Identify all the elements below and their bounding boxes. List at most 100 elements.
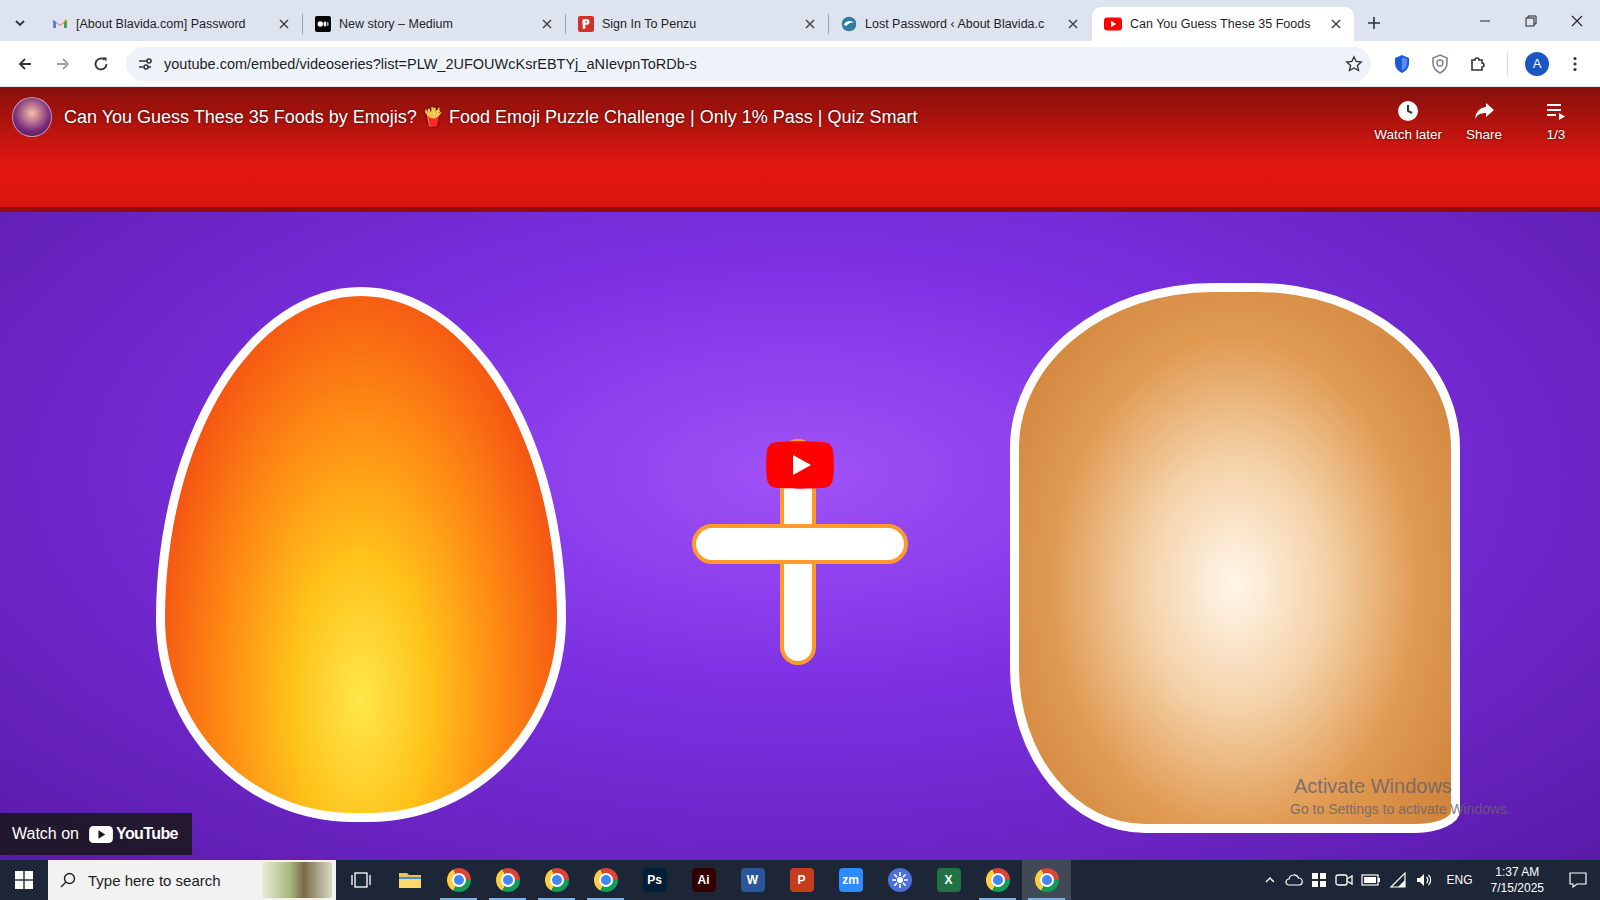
menu-button[interactable]	[1558, 47, 1592, 81]
running-indicator	[440, 898, 477, 900]
taskbar-app[interactable]	[1022, 860, 1071, 900]
chrome-icon	[496, 868, 520, 892]
taskbar-search-box[interactable]: Type here to search	[48, 860, 336, 900]
extensions-button[interactable]	[1461, 47, 1495, 81]
chevron-up-icon[interactable]	[1263, 873, 1277, 887]
close-icon[interactable]	[537, 14, 557, 34]
watch-on-label: Watch on	[12, 825, 79, 843]
search-icon	[60, 872, 76, 888]
taskbar-app[interactable]	[973, 860, 1022, 900]
battery-icon[interactable]	[1361, 874, 1381, 886]
wifi-icon[interactable]	[1389, 872, 1407, 888]
running-indicator	[979, 898, 1016, 900]
chrome-icon	[545, 868, 569, 892]
star-icon[interactable]	[1345, 55, 1363, 73]
chrome-icon	[447, 868, 471, 892]
back-button[interactable]	[8, 47, 42, 81]
playlist-icon	[1544, 99, 1568, 123]
taskbar-app[interactable]: W	[728, 860, 777, 900]
taskbar-app[interactable]	[581, 860, 630, 900]
clock[interactable]: 1:37 AM7/15/2025	[1487, 864, 1548, 896]
folder-icon	[398, 870, 422, 890]
start-button[interactable]	[0, 860, 48, 900]
tab-search-button[interactable]	[0, 5, 40, 41]
windows-logo-icon	[15, 871, 33, 889]
flame-shape	[156, 287, 566, 822]
close-icon[interactable]	[800, 14, 820, 34]
profile-button[interactable]: A	[1520, 47, 1554, 81]
clock-time: 1:37 AM	[1495, 864, 1539, 880]
browser-tab[interactable]: Sign In To Penzu	[566, 7, 828, 41]
taskbar-app[interactable]	[532, 860, 581, 900]
video-player[interactable]: Can You Guess These 35 Foods by Emojis? …	[0, 87, 1600, 860]
extension-button[interactable]	[1385, 47, 1419, 81]
site-settings-icon[interactable]	[136, 55, 154, 73]
video-overlay-top: Can You Guess These 35 Foods by Emojis? …	[0, 87, 1600, 166]
new-tab-button[interactable]	[1354, 5, 1394, 41]
taskbar-app[interactable]: X	[924, 860, 973, 900]
task-view-button[interactable]	[336, 860, 385, 900]
url-text[interactable]: youtube.com/embed/videoseries?list=PLW_2…	[164, 56, 1335, 72]
browser-tab[interactable]: New story – Medium	[303, 7, 565, 41]
taskbar-app[interactable]	[875, 860, 924, 900]
browser-tab[interactable]: Can You Guess These 35 Foods	[1092, 7, 1354, 41]
youtube-logo: YouTube	[89, 825, 178, 843]
plus-icon	[1366, 15, 1382, 31]
puzzle-icon	[1468, 54, 1488, 74]
close-icon[interactable]	[274, 14, 294, 34]
forward-button[interactable]	[46, 47, 80, 81]
reload-button[interactable]	[84, 47, 118, 81]
taskbar-app[interactable]: zm	[826, 860, 875, 900]
app-logo: Ai	[692, 868, 716, 892]
system-tray: ENG 1:37 AM7/15/2025	[1263, 860, 1600, 900]
playlist-button[interactable]: 1/3	[1526, 97, 1586, 142]
channel-avatar[interactable]	[12, 97, 52, 137]
kebab-menu-icon	[1566, 55, 1584, 73]
language-indicator[interactable]: ENG	[1441, 873, 1479, 887]
taskbar-app[interactable]: Ps	[630, 860, 679, 900]
taskbar-app[interactable]: Ai	[679, 860, 728, 900]
close-window-button[interactable]	[1554, 0, 1600, 41]
close-icon[interactable]	[1326, 14, 1346, 34]
browser-tab[interactable]: Lost Password ‹ About Blavida.c	[829, 7, 1091, 41]
running-indicator	[685, 898, 722, 900]
taskbar: Type here to search Ps Ai WPzm X ENG 1:37 AM7/…	[0, 860, 1600, 900]
app-logo: P	[790, 868, 814, 892]
extension-button[interactable]	[1423, 47, 1457, 81]
taskbar-app[interactable]	[483, 860, 532, 900]
task-view-icon	[351, 871, 371, 889]
taskbar-app[interactable]	[385, 860, 434, 900]
play-button[interactable]	[766, 441, 834, 489]
play-icon	[766, 441, 834, 489]
cloud-icon[interactable]	[1285, 873, 1303, 887]
blavida-favicon-icon	[841, 16, 857, 32]
minimize-button[interactable]	[1462, 0, 1508, 41]
watch-later-button[interactable]: Watch later	[1374, 97, 1442, 142]
restore-button[interactable]	[1508, 0, 1554, 41]
search-placeholder: Type here to search	[88, 872, 250, 889]
browser-tab[interactable]: [About Blavida.com] Password	[40, 7, 302, 41]
tab-title: Lost Password ‹ About Blavida.c	[865, 17, 1055, 31]
running-indicator	[587, 898, 624, 900]
youtube-favicon-icon	[1104, 16, 1122, 32]
tab-strip: [About Blavida.com] PasswordNew story – …	[0, 0, 1600, 41]
running-indicator	[881, 898, 918, 900]
meet-now-icon[interactable]	[1335, 872, 1353, 888]
video-title[interactable]: Can You Guess These 35 Foods by Emojis? …	[64, 97, 1362, 137]
running-indicator	[1028, 898, 1065, 900]
running-indicator	[930, 898, 967, 900]
security-icon[interactable]	[1311, 872, 1327, 888]
volume-icon[interactable]	[1415, 872, 1433, 888]
notification-button[interactable]	[1556, 860, 1600, 900]
watermark-subtitle: Go to Settings to activate Windows.	[1290, 799, 1511, 819]
taskbar-app[interactable]	[434, 860, 483, 900]
share-button[interactable]: Share	[1454, 97, 1514, 142]
watch-on-youtube-button[interactable]: Watch on YouTube	[0, 813, 192, 855]
close-icon[interactable]	[1063, 14, 1083, 34]
youtube-play-icon	[89, 826, 113, 843]
address-bar[interactable]: youtube.com/embed/videoseries?list=PLW_2…	[126, 47, 1371, 81]
taskbar-app[interactable]: P	[777, 860, 826, 900]
chrome-icon	[1035, 868, 1059, 892]
clock-icon	[1396, 99, 1420, 123]
forward-arrow-icon	[54, 55, 72, 73]
